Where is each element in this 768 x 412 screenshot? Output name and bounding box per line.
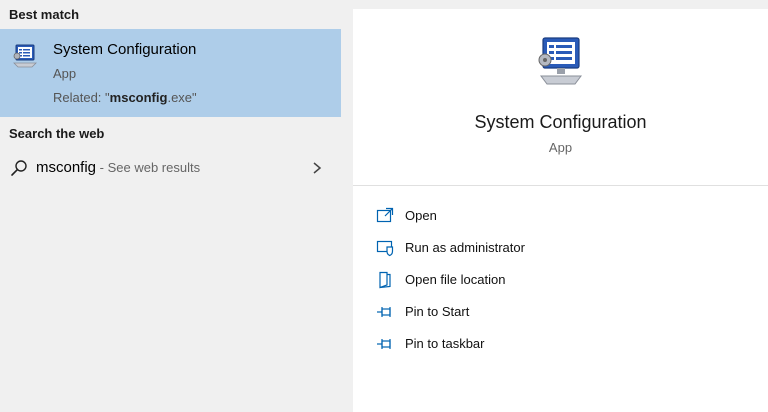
shield-run-icon: [376, 240, 394, 257]
web-query-text: msconfig - See web results: [36, 159, 200, 176]
search-icon: [11, 160, 27, 176]
search-web-header: Search the web: [9, 126, 105, 141]
best-match-type: App: [53, 66, 77, 81]
best-match-item[interactable]: System Configuration App Related: "mscon…: [0, 29, 341, 117]
action-open-file-location[interactable]: Open file location: [373, 269, 753, 295]
pin-icon: [377, 307, 391, 317]
action-open-label: Open: [405, 208, 437, 223]
search-results-pane: Best match System Configuration App Rela…: [0, 0, 341, 412]
file-location-icon: [379, 271, 391, 289]
pin-icon: [377, 339, 391, 349]
preview-title: System Configuration: [474, 112, 647, 132]
related-prefix: Related: ": [53, 90, 110, 105]
chevron-right-icon[interactable]: [310, 160, 324, 176]
best-match-header: Best match: [9, 7, 80, 22]
action-open-file-location-label: Open file location: [405, 272, 506, 287]
system-configuration-icon: [13, 44, 37, 68]
action-run-as-admin[interactable]: Run as administrator: [373, 237, 753, 263]
best-match-related: Related: "msconfig.exe": [53, 90, 197, 105]
action-pin-to-start[interactable]: Pin to Start: [373, 301, 753, 327]
open-icon: [376, 207, 394, 223]
related-bold: msconfig: [109, 90, 168, 105]
system-configuration-large-icon: [538, 37, 582, 85]
related-suffix: .exe": [167, 90, 197, 105]
web-sub-label: - See web results: [96, 160, 201, 175]
web-query: msconfig: [36, 159, 97, 176]
action-pin-to-taskbar-label: Pin to taskbar: [405, 336, 485, 351]
preview-type: App: [548, 140, 573, 155]
action-run-as-admin-label: Run as administrator: [405, 240, 525, 255]
action-pin-to-start-label: Pin to Start: [405, 304, 470, 319]
web-result-item[interactable]: msconfig - See web results: [0, 152, 341, 184]
best-match-title: System Configuration: [53, 41, 197, 58]
action-open[interactable]: Open: [373, 205, 753, 231]
action-pin-to-taskbar[interactable]: Pin to taskbar: [373, 333, 753, 359]
preview-pane: System Configuration App Open Run as adm…: [353, 9, 768, 412]
divider: [353, 185, 768, 186]
